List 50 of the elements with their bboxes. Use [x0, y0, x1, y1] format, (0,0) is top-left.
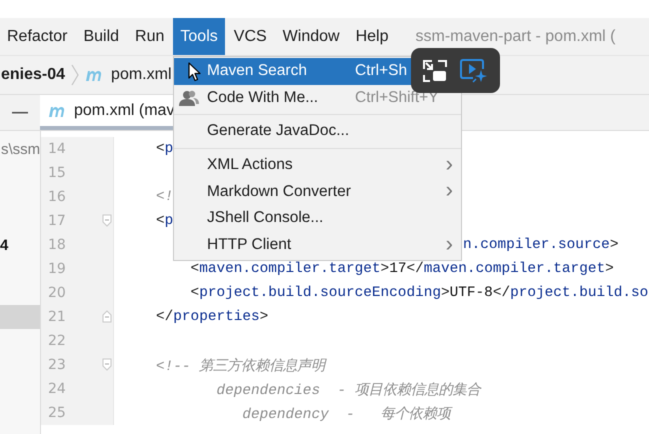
breadcrumb-item[interactable]: enies-04	[1, 66, 66, 84]
code-line: dependencies - 项目依赖信息的集合	[215, 381, 481, 398]
code-line: <project.build.sourceEncoding>UTF-8</project.build.so	[190, 285, 648, 301]
menu-item[interactable]: Markdown Converter ›	[174, 178, 461, 205]
line-number: 17	[48, 213, 66, 229]
people-icon	[179, 90, 199, 106]
line-number: 21	[48, 309, 66, 325]
code-line: <p	[156, 213, 174, 229]
submenu-arrow: ›	[446, 232, 453, 255]
line-number: 19	[48, 261, 66, 277]
menu-item[interactable]: Refactor	[0, 18, 74, 55]
submenu-arrow: ›	[446, 179, 453, 202]
code-line: <!-- 第三方依赖信息声明	[156, 356, 326, 374]
exit-window-icon[interactable]	[422, 58, 448, 82]
line-number: 22	[48, 333, 66, 349]
tree-item[interactable]: s\ssm	[1, 140, 40, 158]
fold-marker-icon[interactable]	[102, 310, 112, 323]
menu-item[interactable]: XML Actions ›	[174, 152, 461, 178]
line-number: 15	[48, 165, 66, 181]
line-number: 18	[48, 237, 66, 253]
menu-item[interactable]: Tools	[173, 18, 225, 55]
line-number: 16	[48, 189, 66, 205]
menu-item[interactable]: Help	[348, 18, 396, 55]
code-line: <!	[156, 189, 174, 205]
menu-item[interactable]: Build	[76, 18, 126, 55]
code-line: <p	[156, 141, 174, 157]
line-number: 23	[48, 357, 66, 373]
menu-item[interactable]: VCS	[226, 18, 274, 55]
menu-item[interactable]: HTTP Client ›	[174, 232, 461, 258]
line-number: 25	[48, 405, 66, 421]
line-number: 24	[48, 381, 66, 397]
menu-item[interactable]: Window	[276, 18, 347, 55]
code-line: n.compiler.source>	[463, 237, 618, 253]
fold-marker-icon[interactable]	[102, 358, 112, 371]
play-sparkle-icon[interactable]	[458, 58, 489, 84]
mouse-cursor-icon	[188, 62, 201, 82]
code-line: dependency - 每个依赖项	[241, 405, 451, 422]
line-number: 20	[48, 285, 66, 301]
collapse-glyph[interactable]: —	[0, 95, 40, 130]
fold-marker-icon[interactable]	[102, 214, 112, 227]
chevron-icon	[71, 64, 80, 86]
menu-item[interactable]: Run	[128, 18, 172, 55]
submenu-arrow: ›	[446, 152, 453, 175]
breadcrumb-item[interactable]: pom.xml	[111, 66, 172, 84]
line-number: 14	[48, 141, 66, 157]
code-line: <maven.compiler.target>17</maven.compiler.target>	[190, 261, 614, 277]
window-title: ssm-maven-part - pom.xml (	[415, 26, 616, 46]
menu-item[interactable]: JShell Console...	[174, 204, 461, 232]
code-line: </properties>	[156, 309, 268, 325]
tree-item[interactable]: 4	[0, 236, 8, 254]
